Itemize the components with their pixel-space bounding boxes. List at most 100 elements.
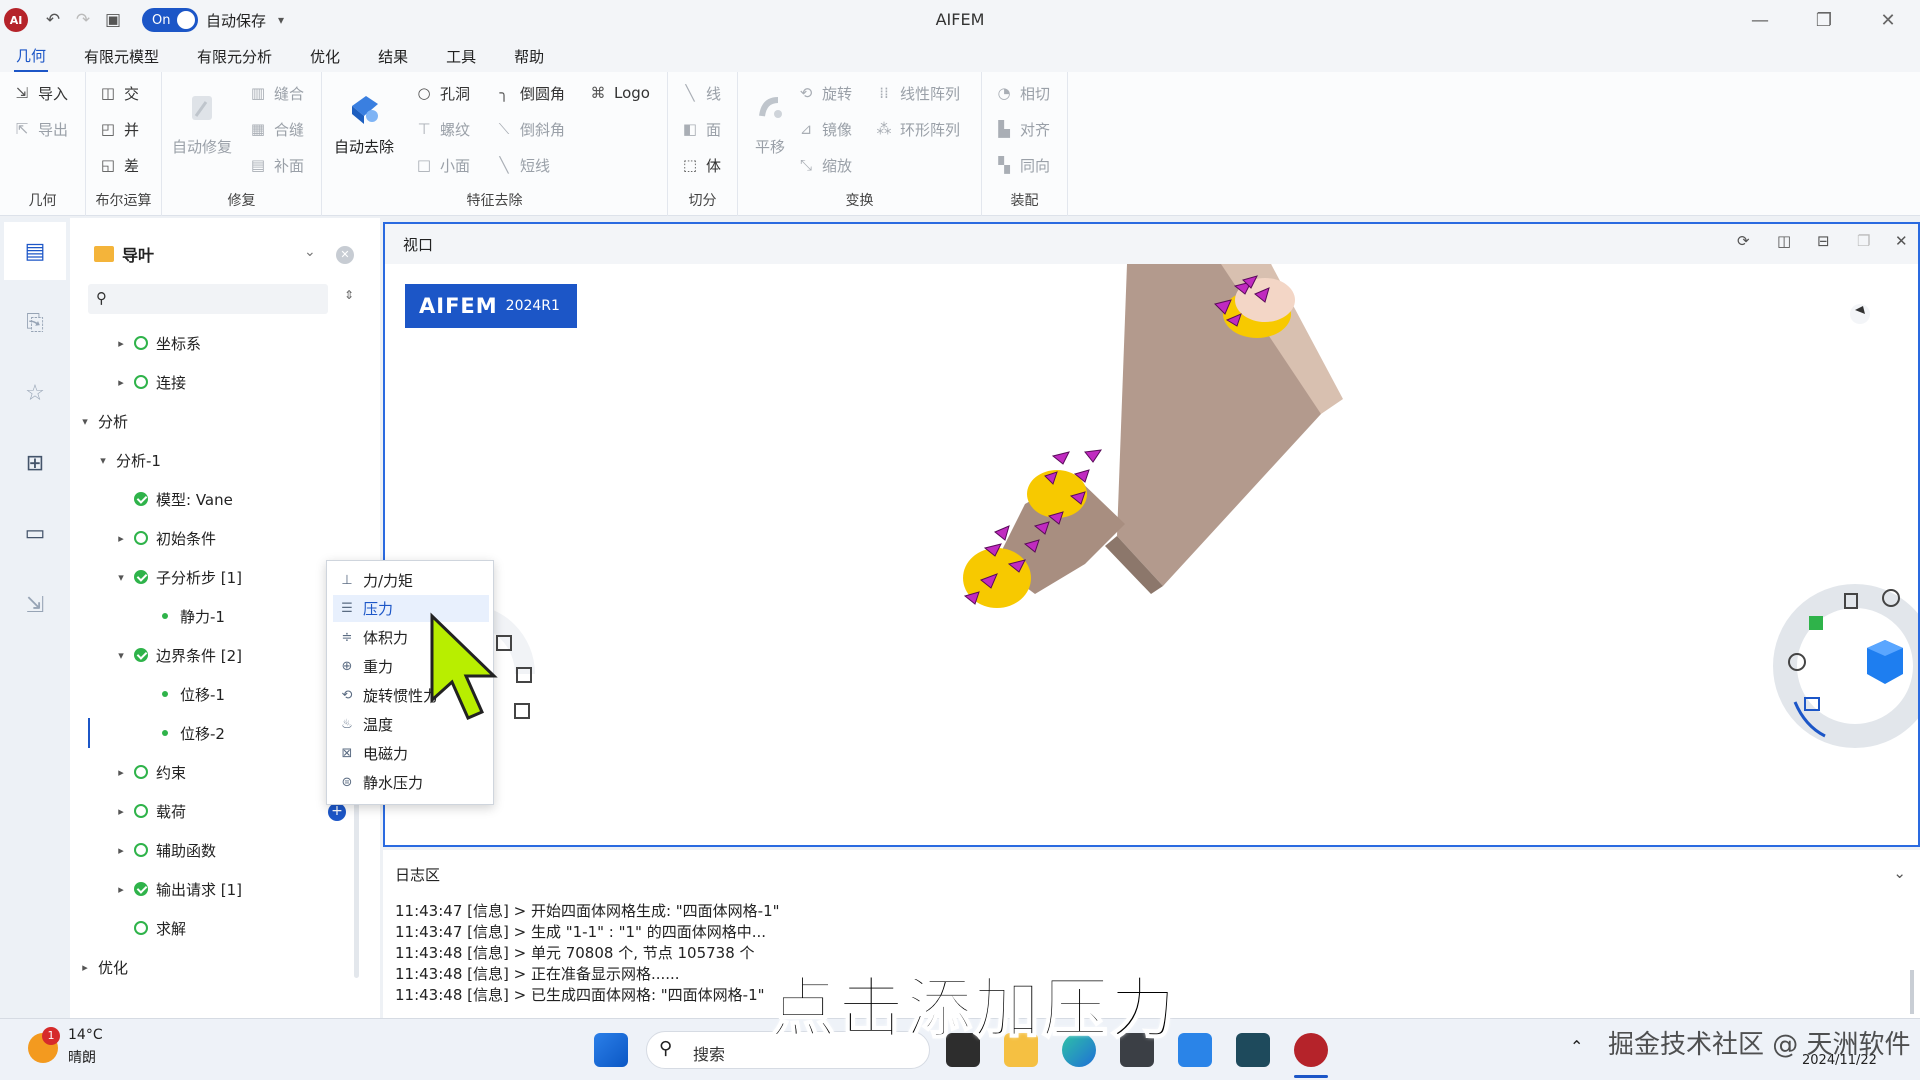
import-button[interactable]: ⇲ 导入: [12, 80, 68, 106]
chevron-down-icon[interactable]: ⌄: [304, 244, 316, 260]
tree-item-analysis-1[interactable]: ▾ 分析-1: [96, 445, 161, 475]
intersect-button[interactable]: ◫ 交: [98, 80, 139, 106]
zoom-window-icon[interactable]: [514, 703, 530, 719]
open-folder-icon[interactable]: ▭: [4, 504, 66, 562]
export-file-icon[interactable]: ⇲: [4, 576, 66, 634]
tree-item-analysis[interactable]: ▾ 分析: [78, 406, 128, 436]
split-horizontal-icon[interactable]: ⊟: [1817, 232, 1830, 250]
tree-item-model[interactable]: 模型: Vane: [134, 484, 233, 514]
pressure-icon: ☰: [341, 601, 353, 616]
tree-item-displacement-1[interactable]: 位移-1: [162, 679, 225, 709]
chamfer-button[interactable]: ⟍ 倒斜角: [494, 116, 565, 142]
translate-button[interactable]: 平移: [748, 86, 792, 157]
tree-item-connection[interactable]: ▸ 连接: [114, 367, 186, 397]
difference-button[interactable]: ◱ 差: [98, 152, 139, 178]
tree-item-constraint[interactable]: ▸ 约束: [114, 757, 186, 787]
tree-item-displacement-2[interactable]: 位移-2: [162, 718, 225, 748]
add-file-icon[interactable]: ⊞: [4, 434, 66, 492]
short-edge-button[interactable]: ╲ 短线: [494, 152, 550, 178]
same-direction-button[interactable]: ▚ 同向: [994, 152, 1050, 178]
restore-icon[interactable]: ❐: [1794, 4, 1854, 36]
tree-item-coordinate-system[interactable]: ▸ 坐标系: [114, 328, 201, 358]
cut-face-button[interactable]: ◧ 面: [680, 116, 721, 142]
editor-app-icon[interactable]: [1236, 1033, 1270, 1067]
tree-item-substep[interactable]: ▾ 子分析步 [1]: [114, 562, 242, 592]
tree-item-static-1[interactable]: 静力-1: [162, 601, 225, 631]
tree-search-input[interactable]: ⚲: [88, 284, 328, 314]
maximize-viewport-icon[interactable]: ❐: [1857, 232, 1870, 250]
redo-icon[interactable]: ↷: [68, 5, 98, 35]
menu-help[interactable]: 帮助: [512, 42, 546, 71]
patch-button[interactable]: ▤ 补面: [248, 152, 304, 178]
menu-fe-analysis[interactable]: 有限元分析: [195, 42, 274, 71]
menu-fe-model[interactable]: 有限元模型: [82, 42, 161, 71]
tree-item-optimize[interactable]: ▸ 优化: [78, 952, 128, 982]
add-load-icon[interactable]: +: [328, 803, 346, 821]
menu-item-force-moment[interactable]: ⊥ 力/力矩: [333, 567, 489, 594]
minimize-icon[interactable]: —: [1730, 4, 1790, 36]
menu-tools[interactable]: 工具: [444, 42, 478, 71]
close-window-icon[interactable]: ✕: [1858, 4, 1918, 36]
menu-geometry[interactable]: 几何: [14, 41, 49, 72]
ring-array-button[interactable]: ⁂ 环形阵列: [874, 116, 961, 142]
logo-button[interactable]: ⌘ Logo: [588, 80, 650, 106]
aifem-app-icon[interactable]: [1294, 1033, 1328, 1067]
shaded-view-icon[interactable]: [1809, 616, 1823, 630]
linear-array-icon: ⁞⁞: [879, 84, 889, 102]
tree-item-solve[interactable]: 求解: [134, 913, 186, 943]
close-viewport-icon[interactable]: ✕: [1895, 232, 1908, 250]
tray-expand-icon[interactable]: ⌃: [1570, 1037, 1583, 1056]
mirror-button[interactable]: ⊿ 镜像: [796, 116, 852, 142]
rotate-button[interactable]: ⟲ 旋转: [796, 80, 852, 106]
quick-access-dropdown-icon[interactable]: ▾: [266, 5, 296, 35]
store-app-icon[interactable]: [1178, 1033, 1212, 1067]
align-button[interactable]: ▙ 对齐: [994, 116, 1050, 142]
save-icon[interactable]: ▣: [98, 5, 128, 35]
undo-icon[interactable]: ↶: [38, 5, 68, 35]
linear-array-button[interactable]: ⁞⁞ 线性阵列: [874, 80, 960, 106]
model-canvas[interactable]: [385, 264, 1918, 845]
viewport-panel[interactable]: 视口 ⟳ ◫ ⊟ ❐ ✕ AIFEM 2024R1: [383, 222, 1920, 847]
hole-button[interactable]: ○ 孔洞: [414, 80, 470, 106]
fillet-icon: ╮: [499, 84, 509, 102]
expand-collapse-icon[interactable]: ⇕: [344, 288, 354, 302]
export-button[interactable]: ⇱ 导出: [12, 116, 68, 142]
thread-button[interactable]: ⊤ 螺纹: [414, 116, 470, 142]
fillet-button[interactable]: ╮ 倒圆角: [494, 80, 565, 106]
tree-item-auxiliary-function[interactable]: ▸ 辅助函数: [114, 835, 216, 865]
cut-body-button[interactable]: ⬚ 体: [680, 152, 721, 178]
log-scrollbar[interactable]: [1910, 970, 1914, 1014]
favorite-icon[interactable]: ☆: [4, 364, 66, 422]
tangent-button[interactable]: ◔ 相切: [994, 80, 1050, 106]
menu-optimize[interactable]: 优化: [308, 42, 342, 71]
scale-button[interactable]: ⤡ 缩放: [796, 152, 852, 178]
close-panel-icon[interactable]: ✕: [336, 246, 354, 264]
tree-item-initial-conditions[interactable]: ▸ 初始条件: [114, 523, 216, 553]
menu-item-hydrostatic-pressure[interactable]: ⊜ 静水压力: [333, 769, 489, 796]
union-button[interactable]: ◰ 并: [98, 116, 139, 142]
windows-start-icon[interactable]: [594, 1033, 628, 1067]
rotate-label: 旋转: [822, 84, 853, 103]
pin-icon[interactable]: [1850, 304, 1870, 324]
report-icon[interactable]: ⎘: [4, 294, 66, 352]
refresh-icon[interactable]: ⟳: [1737, 232, 1750, 250]
document-icon[interactable]: ▤: [4, 222, 66, 280]
split-vertical-icon[interactable]: ◫: [1777, 232, 1791, 250]
menu-item-electromagnetic-force[interactable]: ⊠ 电磁力: [333, 740, 489, 767]
chamfer-label: 倒斜角: [520, 120, 566, 139]
same-direction-label: 同向: [1020, 156, 1051, 175]
logo-label: Logo: [614, 84, 650, 102]
cut-line-button[interactable]: ╲ 线: [680, 80, 721, 106]
merge-seam-button[interactable]: ▦ 合缝: [248, 116, 304, 142]
auto-repair-button[interactable]: 自动修复: [172, 86, 232, 157]
auto-remove-button[interactable]: 自动去除: [334, 86, 394, 157]
tree-item-load[interactable]: ▸ 载荷: [114, 796, 186, 826]
small-face-button[interactable]: □ 小面: [414, 152, 470, 178]
tree-item-boundary-conditions[interactable]: ▾ 边界条件 [2]: [114, 640, 242, 670]
menu-results[interactable]: 结果: [376, 42, 410, 71]
tree-item-output-request[interactable]: ▸ 输出请求 [1]: [114, 874, 242, 904]
navigator-title: 导叶: [122, 246, 155, 265]
collapse-log-icon[interactable]: ⌄: [1893, 864, 1906, 882]
sew-button[interactable]: ▥ 缝合: [248, 80, 304, 106]
autosave-toggle[interactable]: On: [142, 8, 198, 32]
